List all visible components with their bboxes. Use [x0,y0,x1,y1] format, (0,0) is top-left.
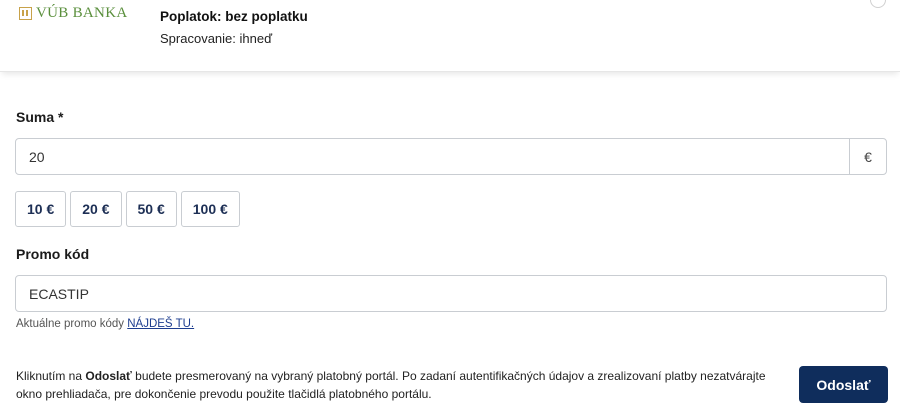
redirect-info: Kliknutím na Odoslať budete presmerovaný… [16,367,786,403]
promo-hint-text: Aktuálne promo kódy [16,318,128,330]
processing-info: Spracovanie: ihneď [160,31,273,46]
preset-100-button[interactable]: 100 € [180,191,240,227]
bank-name: VÚB BANKA [36,5,128,21]
amount-input[interactable] [16,139,849,174]
info-prefix: Kliknutím na [16,369,86,383]
fee-info: Poplatok: bez poplatku [160,9,308,24]
payment-method-card: VÚB BANKA Poplatok: bez poplatku Spracov… [0,0,900,72]
vub-logo-icon [19,7,32,20]
amount-field: € [15,138,887,175]
amount-label: Suma * [16,109,64,125]
promo-codes-link[interactable]: NÁJDEŠ TU. [127,318,194,330]
promo-label: Promo kód [16,246,90,262]
preset-50-button[interactable]: 50 € [125,191,177,227]
promo-field [15,275,887,312]
preset-10-button[interactable]: 10 € [15,191,67,227]
promo-hint: Aktuálne promo kódy NÁJDEŠ TU. [16,318,194,330]
submit-button[interactable]: Odoslať [799,366,888,403]
currency-addon: € [849,139,886,174]
promo-input[interactable] [16,276,886,311]
bank-logo: VÚB BANKA [19,5,127,22]
radio-indicator[interactable] [870,0,886,8]
preset-20-button[interactable]: 20 € [70,191,122,227]
info-bold: Odoslať [85,369,132,383]
amount-presets: 10 € 20 € 50 € 100 € [15,191,240,227]
